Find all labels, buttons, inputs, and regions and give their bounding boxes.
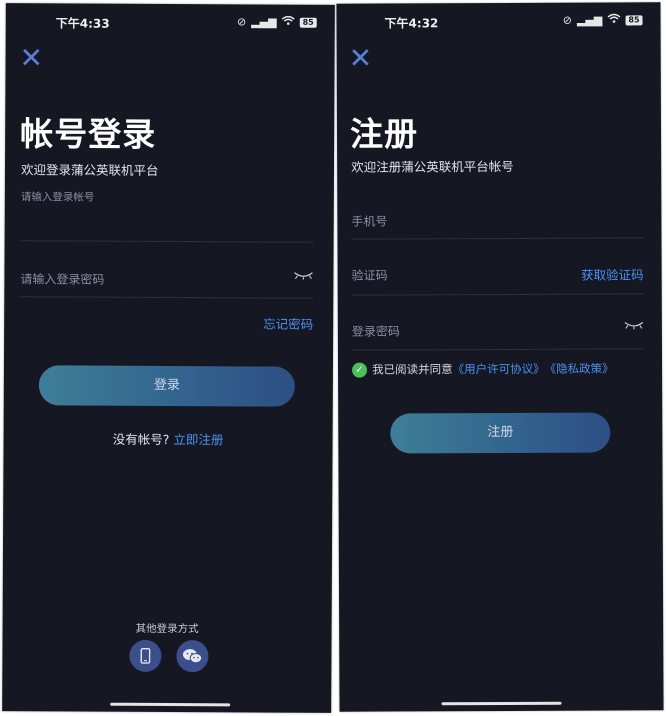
close-icon[interactable]: ✕	[349, 42, 373, 75]
no-account-text: 没有帐号?	[112, 431, 170, 448]
wechat-login-button[interactable]	[176, 640, 209, 673]
register-screen: 下午4:32 ⊘ ▂▄▆ 85 ✕ 注册 欢迎注册蒲公英联机平台帐号 手机号 验…	[336, 2, 664, 712]
password-placeholder: 请输入登录密码	[20, 272, 105, 287]
alarm-icon: ⊘	[236, 15, 247, 29]
page-title: 注册	[349, 114, 419, 154]
phone-placeholder: 手机号	[351, 214, 388, 229]
password-placeholder: 登录密码	[351, 324, 400, 339]
phone-input[interactable]: 手机号	[351, 206, 644, 240]
code-placeholder: 验证码	[351, 268, 388, 283]
eye-closed-icon[interactable]	[293, 269, 313, 284]
wechat-icon	[182, 649, 203, 664]
password-input[interactable]: 请输入登录密码	[20, 265, 314, 299]
register-button[interactable]: 注册	[390, 412, 611, 454]
page-title: 帐号登录	[20, 114, 157, 154]
code-input[interactable]: 验证码 获取验证码	[351, 260, 644, 296]
signal-icon: ▂▄▆	[251, 15, 277, 29]
close-icon[interactable]: ✕	[19, 41, 43, 74]
license-link[interactable]: 《用户许可协议》	[453, 361, 545, 377]
wifi-icon	[281, 15, 295, 29]
login-button[interactable]: 登录	[38, 365, 295, 407]
get-code-button[interactable]: 获取验证码	[581, 264, 644, 283]
other-login-label: 其他登录方式	[135, 622, 199, 636]
privacy-link[interactable]: 《隐私政策》	[545, 361, 614, 377]
status-time: 下午4:32	[384, 16, 439, 31]
status-bar: 下午4:32 ⊘ ▂▄▆ 85	[336, 10, 660, 31]
register-link[interactable]: 立即注册	[173, 432, 223, 447]
login-screen: 下午4:33 ⊘ ▂▄▆ 85 ✕ 帐号登录 欢迎登录蒲公英联机平台 请输入登录…	[2, 3, 335, 713]
check-icon[interactable]: ✓	[352, 362, 368, 378]
status-bar: 下午4:33 ⊘ ▂▄▆ 85	[6, 11, 335, 33]
account-input[interactable]: 请输入登录帐号	[20, 185, 314, 243]
phone-icon	[140, 647, 151, 664]
eye-closed-icon[interactable]	[624, 318, 644, 333]
home-indicator[interactable]	[441, 701, 562, 706]
signal-icon: ▂▄▆	[576, 13, 603, 27]
battery-icon: 85	[625, 14, 643, 25]
agree-text: 我已阅读并同意	[372, 362, 453, 377]
alarm-icon: ⊘	[562, 13, 573, 27]
forgot-password-link[interactable]: 忘记密码	[263, 313, 313, 332]
password-input[interactable]: 登录密码	[351, 316, 644, 351]
agreement-row: ✓ 我已阅读并同意 《用户许可协议》 《隐私政策》	[352, 361, 614, 378]
wifi-icon	[607, 13, 621, 26]
home-indicator[interactable]	[110, 702, 231, 707]
page-subtitle: 欢迎注册蒲公英联机平台帐号	[351, 158, 514, 175]
phone-login-button[interactable]	[129, 639, 162, 672]
page-subtitle: 欢迎登录蒲公英联机平台	[20, 162, 159, 178]
battery-icon: 85	[299, 17, 317, 28]
account-placeholder: 请输入登录帐号	[20, 191, 95, 204]
status-time: 下午4:33	[55, 16, 110, 31]
